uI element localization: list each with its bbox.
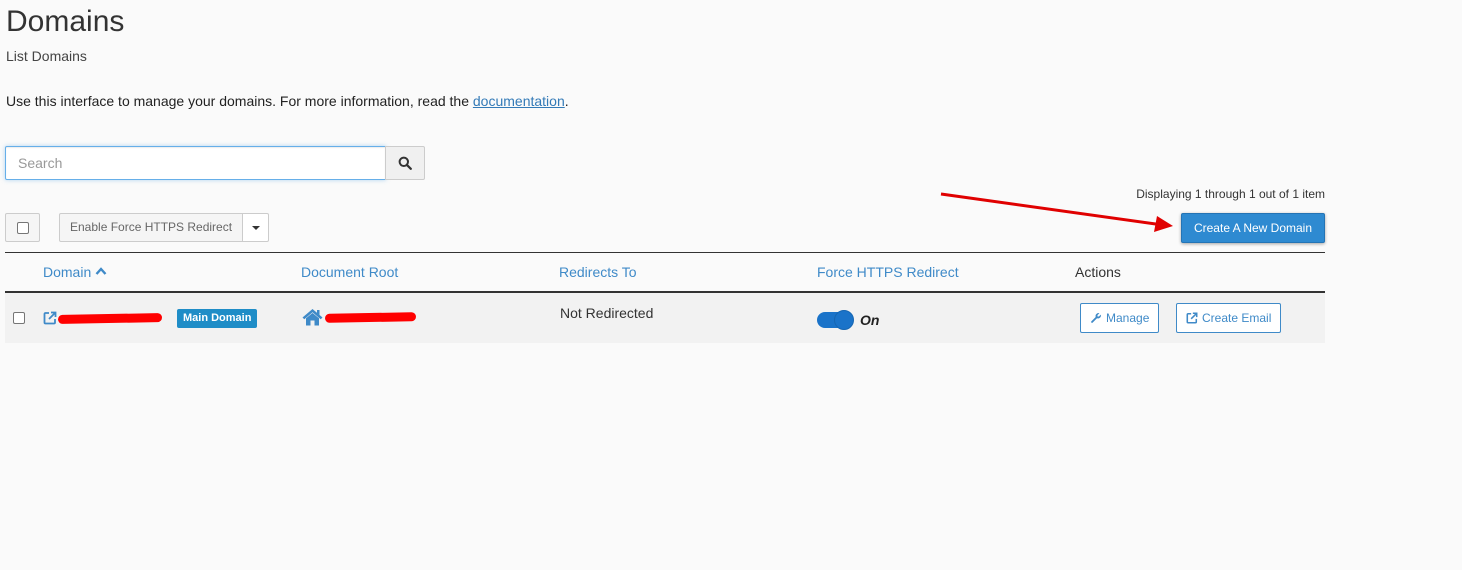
column-header-force-https[interactable]: Force HTTPS Redirect [817,264,959,280]
external-link-icon[interactable] [43,311,57,325]
intro-text-suffix: . [564,93,569,109]
redacted-domain-name[interactable] [57,313,163,324]
force-https-toggle[interactable] [817,310,854,330]
enable-force-https-button[interactable]: Enable Force HTTPS Redirect [59,213,244,242]
column-header-redirects-to[interactable]: Redirects To [559,264,637,280]
manage-button[interactable]: Manage [1080,303,1160,333]
manage-button-label: Manage [1106,311,1150,325]
home-icon [302,309,323,326]
table-row: Main Domain Not Redirected On Manage Cre… [5,293,1325,343]
force-https-button-group: Enable Force HTTPS Redirect [59,213,270,242]
create-email-button[interactable]: Create Email [1176,303,1282,333]
documentation-link[interactable]: documentation [473,93,565,109]
create-new-domain-button[interactable]: Create A New Domain [1181,213,1325,243]
page-subtitle: List Domains [6,48,87,64]
select-all-checkbox[interactable] [5,213,40,242]
redacted-document-root[interactable] [324,312,417,323]
column-header-document-root[interactable]: Document Root [301,264,398,280]
column-header-actions: Actions [1075,264,1121,280]
main-domain-badge: Main Domain [177,309,258,328]
column-header-domain[interactable]: Domain [43,264,107,280]
redirect-status: Not Redirected [560,305,654,321]
search-icon [398,156,412,170]
annotation-arrow [940,192,1173,232]
force-https-dropdown-toggle[interactable] [243,213,270,242]
force-https-state-label: On [860,312,880,328]
caret-down-icon [251,225,260,230]
domains-table: Domain Document Root Redirects To Force … [5,252,1325,343]
page-title: Domains [6,5,125,38]
column-header-label: Domain [43,264,92,280]
external-link-icon [1186,312,1198,324]
intro-text-body: Use this interface to manage your domain… [6,93,473,109]
chevron-up-icon [95,267,107,275]
checkbox-box [16,221,29,234]
search-button[interactable] [385,146,425,180]
row-checkbox[interactable] [13,312,25,324]
table-header: Domain Document Root Redirects To Force … [5,252,1325,293]
toggle-knob [834,310,854,330]
intro-text: Use this interface to manage your domain… [6,93,569,109]
wrench-icon [1091,313,1101,323]
search-bar [5,146,425,180]
search-input[interactable] [5,146,386,180]
create-email-button-label: Create Email [1202,311,1272,325]
